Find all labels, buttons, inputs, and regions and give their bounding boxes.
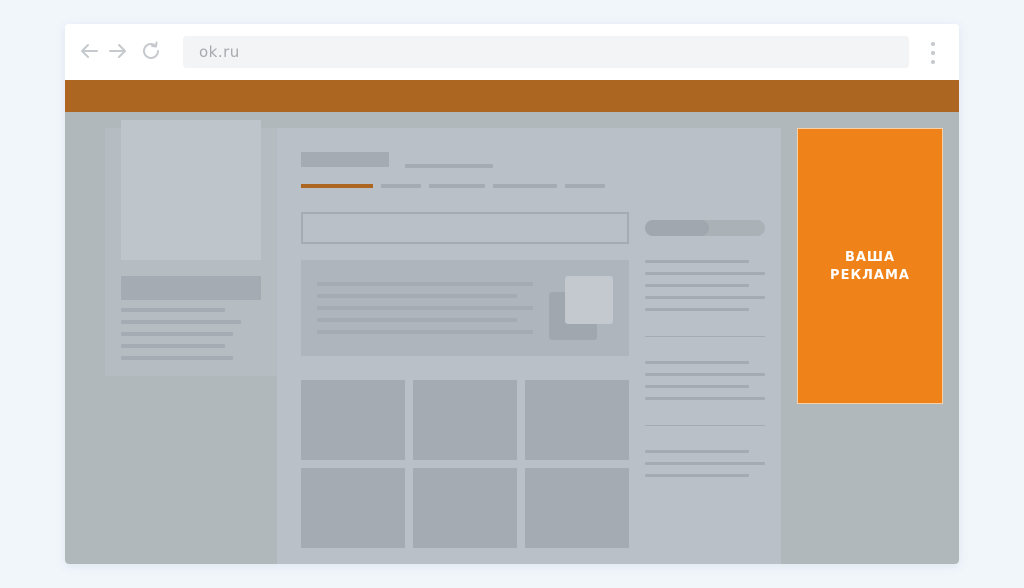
subtitle-line [405,164,493,168]
avatar-placeholder [121,120,261,260]
text-line [645,260,749,263]
site-header-bar [65,80,959,112]
progress-track-placeholder [645,220,765,236]
text-line [645,373,765,376]
tab-placeholder [565,184,605,188]
tab-placeholder [493,184,557,188]
text-line [317,318,517,322]
ad-text: ВАША РЕКЛАМА [830,250,910,283]
tab-placeholder [381,184,421,188]
browser-toolbar: ok.ru [65,24,959,80]
tab-placeholder [429,184,485,188]
divider [645,425,765,426]
photo-tile-placeholder [301,468,405,548]
photo-tile-placeholder [301,380,405,460]
text-line [645,397,765,400]
forward-arrow-icon[interactable] [107,40,129,62]
left-sidebar-placeholder [105,120,277,376]
text-line [645,385,749,388]
text-line [645,308,749,311]
text-line [317,330,533,334]
text-line [645,361,749,364]
feed-card-placeholder [301,260,629,356]
post-input-placeholder [301,212,629,244]
main-column-placeholder [277,128,781,564]
progress-fill-placeholder [645,220,709,236]
text-line [645,284,749,287]
ad-banner[interactable]: ВАША РЕКЛАМА [797,128,943,404]
page-content-overlay: ВАША РЕКЛАМА [65,112,959,564]
text-line [121,320,241,324]
text-line [645,462,765,465]
text-line [121,344,225,348]
text-line [317,294,517,298]
text-line [317,306,533,310]
text-line [121,308,225,312]
photo-tile-placeholder [413,380,517,460]
image-front-placeholder [565,276,613,324]
title-placeholder [301,152,389,167]
text-line [121,332,233,336]
text-line [645,450,749,453]
text-line [121,356,233,360]
back-arrow-icon[interactable] [78,40,100,62]
photo-tile-placeholder [525,468,629,548]
more-vert-icon[interactable] [927,42,939,64]
address-bar[interactable]: ok.ru [183,36,909,68]
text-line [645,296,765,299]
photo-tile-placeholder [525,380,629,460]
text-line [317,282,533,286]
reload-icon[interactable] [140,40,162,62]
divider [645,336,765,337]
url-text: ok.ru [199,43,240,61]
photo-tile-placeholder [413,468,517,548]
tab-active-placeholder [301,184,373,188]
browser-window: ok.ru ВАША РЕКЛАМА [65,24,959,564]
name-placeholder [121,276,261,300]
text-line [645,272,765,275]
text-line [645,474,749,477]
